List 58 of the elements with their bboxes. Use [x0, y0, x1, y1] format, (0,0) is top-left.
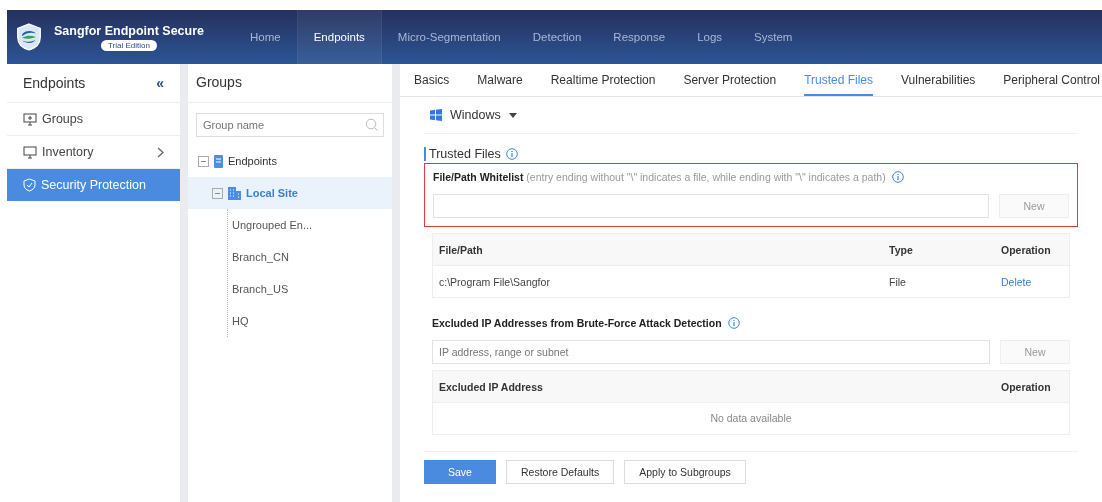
- tree-node[interactable]: Ungrouped En...: [228, 209, 392, 241]
- sidebar-item[interactable]: Groups: [7, 102, 180, 135]
- nav-tab[interactable]: Home: [234, 10, 297, 64]
- shield-check-icon: [23, 178, 36, 192]
- tab[interactable]: Basics: [414, 64, 450, 96]
- windows-logo-icon: [430, 109, 442, 121]
- panel-title: Groups: [188, 68, 392, 103]
- product-name: Sangfor Endpoint Secure: [54, 23, 204, 38]
- field-label: Excluded IP Addresses from Brute-Force Attack Detection: [432, 317, 722, 329]
- column-header: Operation: [1000, 380, 1052, 393]
- os-dropdown[interactable]: Windows: [430, 108, 517, 122]
- collapse-toggle-icon[interactable]: [198, 155, 209, 167]
- info-icon[interactable]: [727, 317, 740, 329]
- monitor-icon: [23, 145, 37, 159]
- tab[interactable]: Server Protection: [683, 64, 777, 96]
- collapse-toggle-icon[interactable]: [212, 187, 223, 199]
- nav-tab[interactable]: Endpoints: [296, 10, 382, 64]
- column-header: Excluded IP Address: [438, 380, 544, 393]
- column-header: File/Path: [438, 243, 484, 256]
- nav-tab[interactable]: Detection: [516, 10, 598, 64]
- nav-tab[interactable]: Micro-Segmentation: [381, 10, 517, 64]
- input-field[interactable]: [433, 194, 989, 218]
- server-icon: [214, 154, 223, 168]
- tree-node[interactable]: Branch_CN: [228, 241, 392, 273]
- table-cell-text: File: [888, 275, 907, 288]
- caret-down-icon: [508, 112, 517, 118]
- field-label: File/Path Whitelist (entry ending without "\" indicates a file, while ending with "\" indicates a path): [433, 171, 886, 183]
- section-title: Trusted Files: [429, 147, 501, 161]
- tab[interactable]: Peripheral Control: [1003, 64, 1101, 96]
- edition-badge: Trial Edition: [101, 39, 157, 51]
- table-cell-text: c:\Program File\Sangfor: [438, 275, 551, 288]
- delete-link[interactable]: Delete: [1001, 275, 1032, 288]
- tree-node[interactable]: Branch_US: [228, 273, 392, 305]
- tab[interactable]: Vulnerabilities: [901, 64, 976, 96]
- info-icon[interactable]: [505, 148, 518, 160]
- collapse-button[interactable]: «: [156, 75, 164, 91]
- column-header: Type: [888, 243, 914, 256]
- monitor-plus-icon: [23, 112, 37, 126]
- search-icon: [365, 118, 378, 131]
- tree-node[interactable]: HQ: [228, 305, 392, 337]
- column-header: Operation: [1000, 243, 1052, 256]
- sidebar-title: Endpoints: [23, 75, 86, 91]
- footer-button[interactable]: Restore Defaults: [506, 460, 615, 484]
- search-field[interactable]: Group name: [196, 113, 384, 137]
- nav-tab[interactable]: System: [738, 10, 809, 64]
- building-icon: [228, 186, 241, 200]
- shield-logo-icon: [16, 23, 42, 51]
- input-field[interactable]: IP address, range or subnet: [432, 340, 990, 364]
- info-icon[interactable]: [891, 171, 904, 183]
- tree-node[interactable]: Local Site: [188, 177, 392, 209]
- tab[interactable]: Realtime Protection: [550, 64, 656, 96]
- nav-tab[interactable]: Response: [597, 10, 682, 64]
- tree-node[interactable]: Endpoints: [188, 145, 392, 177]
- tab[interactable]: Malware: [477, 64, 523, 96]
- footer-button[interactable]: Apply to Subgroups: [624, 460, 746, 484]
- nav-tab[interactable]: Logs: [681, 10, 739, 64]
- tab[interactable]: Trusted Files: [804, 64, 874, 96]
- empty-message: No data available: [433, 402, 1069, 434]
